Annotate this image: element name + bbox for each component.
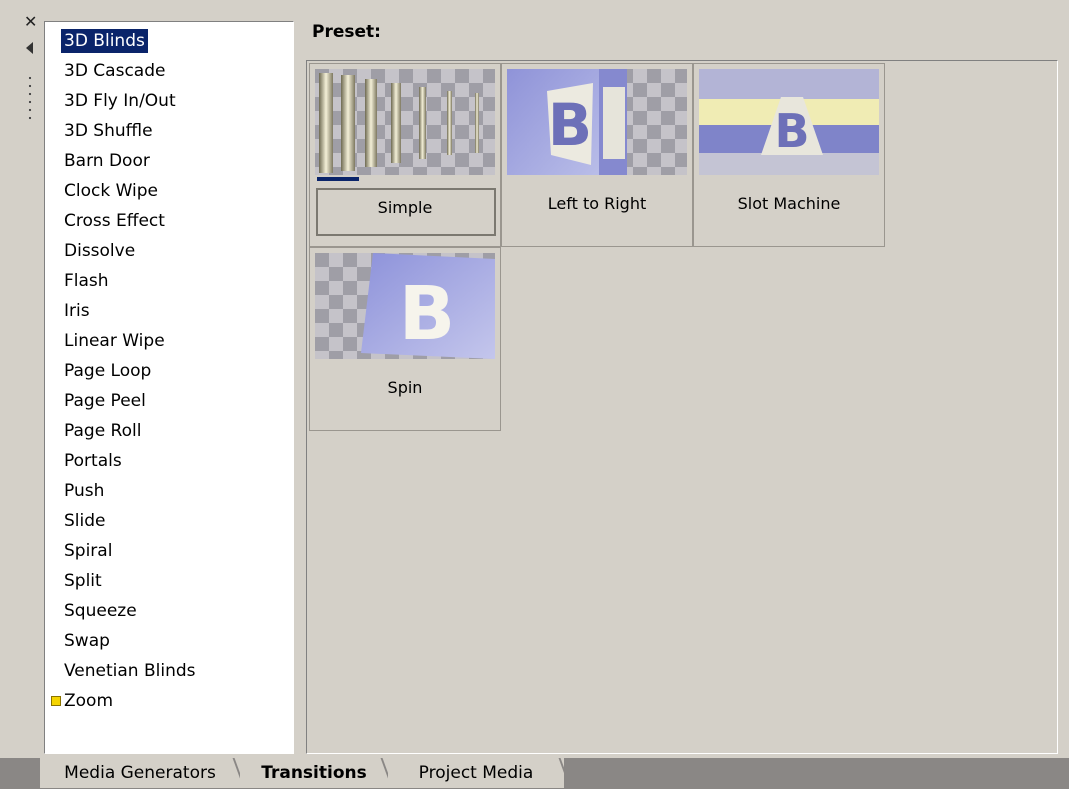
list-item[interactable]: Dissolve [45, 236, 293, 266]
list-item[interactable]: Split [45, 566, 293, 596]
list-item[interactable]: Spiral [45, 536, 293, 566]
list-item[interactable]: 3D Fly In/Out [45, 86, 293, 116]
preset-tile-slot-machine[interactable]: B Slot Machine [693, 63, 885, 247]
transitions-window: ✕ 3D Blinds 3D Cascade 3D Fly In/Out 3D … [0, 0, 1069, 789]
preset-tile-left-to-right[interactable]: B Left to Right [501, 63, 693, 247]
preset-tile-simple[interactable]: Simple [309, 63, 501, 247]
list-item[interactable]: Cross Effect [45, 206, 293, 236]
preset-label-spin: Spin [387, 378, 423, 397]
list-item[interactable]: Venetian Blinds [45, 656, 293, 686]
tab-transitions[interactable]: Transitions [240, 758, 388, 788]
list-item[interactable]: Linear Wipe [45, 326, 293, 356]
preset-grid: Simple B Left to Right B Slot Machine B … [306, 60, 1058, 754]
list-item[interactable]: Push [45, 476, 293, 506]
pin-icon[interactable] [26, 42, 33, 54]
list-item[interactable]: Page Peel [45, 386, 293, 416]
preset-thumbnail-left-to-right: B [507, 69, 687, 175]
preset-thumbnail-spin: B [315, 253, 495, 359]
preset-thumbnail-slot-machine: B [699, 69, 879, 175]
list-item[interactable]: Squeeze [45, 596, 293, 626]
preset-label-simple: Simple [377, 198, 433, 217]
tab-media-generators[interactable]: Media Generators [40, 758, 240, 788]
svg-text:B: B [774, 104, 809, 158]
preset-header: Preset: [312, 22, 381, 42]
modified-marker-icon [51, 696, 61, 706]
list-item[interactable]: 3D Cascade [45, 56, 293, 86]
preview-progress [317, 177, 359, 181]
preset-thumbnail-simple [315, 69, 495, 175]
list-item[interactable]: 3D Shuffle [45, 116, 293, 146]
list-item[interactable]: Page Loop [45, 356, 293, 386]
list-item[interactable]: Portals [45, 446, 293, 476]
list-item[interactable]: Clock Wipe [45, 176, 293, 206]
transition-list[interactable]: 3D Blinds 3D Cascade 3D Fly In/Out 3D Sh… [44, 21, 294, 754]
list-item[interactable]: 3D Blinds [45, 26, 293, 56]
preset-tile-spin[interactable]: B Spin [309, 247, 501, 431]
list-item[interactable]: Slide [45, 506, 293, 536]
tab-project-media[interactable]: Project Media [388, 758, 564, 788]
list-item[interactable]: Flash [45, 266, 293, 296]
close-icon[interactable]: ✕ [24, 14, 37, 30]
grip-icon[interactable] [28, 74, 32, 124]
bottom-tab-bar: Media Generators Transitions Project Med… [0, 758, 1069, 789]
preset-label-left-to-right: Left to Right [547, 194, 647, 213]
list-item[interactable]: Iris [45, 296, 293, 326]
svg-text:B: B [399, 271, 455, 357]
list-item[interactable]: Page Roll [45, 416, 293, 446]
list-item[interactable]: Swap [45, 626, 293, 656]
preset-label-slot-machine: Slot Machine [737, 194, 841, 213]
dock-strip [8, 12, 42, 758]
svg-text:B: B [548, 91, 592, 159]
list-item[interactable]: Barn Door [45, 146, 293, 176]
transition-list-items: 3D Blinds 3D Cascade 3D Fly In/Out 3D Sh… [45, 26, 293, 716]
list-item[interactable]: Zoom [45, 686, 293, 716]
panel-splitter[interactable] [294, 12, 306, 758]
